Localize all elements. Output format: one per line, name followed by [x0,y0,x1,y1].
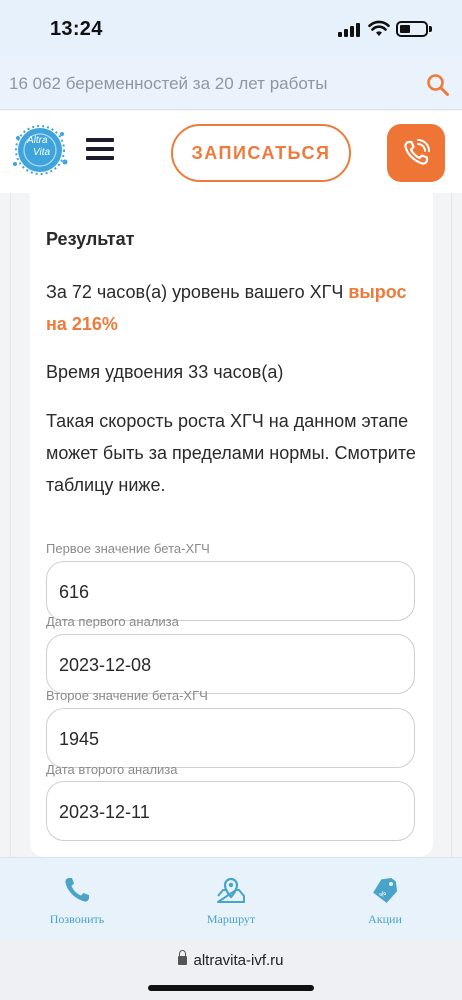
second-hcg-input[interactable]: 1945 [46,708,415,768]
phone-call-icon [404,139,430,165]
divider [10,193,11,857]
info-strip-text: 16 062 беременностей за 20 лет работы [9,74,328,93]
address-bar[interactable]: altravita-ivf.ru [0,950,462,969]
first-date-label: Дата первого анализа [46,614,179,629]
first-hcg-input[interactable]: 616 [46,561,415,621]
nav-promotions[interactable]: % Акции [340,857,430,939]
second-date-input[interactable]: 2023-12-11 [46,781,415,841]
home-indicator[interactable] [148,985,314,991]
second-hcg-label: Второе значение бета-ХГЧ [46,688,208,703]
cellular-signal-icon [338,23,360,37]
divider [451,193,452,857]
hamburger-menu-icon[interactable] [86,138,114,160]
second-hcg-value: 1945 [59,729,100,749]
first-hcg-value: 616 [59,582,90,602]
logo-text-altra: Altra [27,135,48,146]
map-pin-icon [217,877,245,903]
first-hcg-label: Первое значение бета-ХГЧ [46,541,210,556]
status-time: 13:24 [50,18,103,40]
call-button[interactable] [387,124,445,182]
wifi-icon [368,20,390,36]
signup-button[interactable]: ЗАПИСАТЬСЯ [171,124,351,182]
growth-result-prefix: За 72 часов(а) уровень вашего ХГЧ [46,282,349,302]
status-bar: 13:24 [0,0,462,56]
second-date-value: 2023-12-11 [59,802,150,822]
battery-icon [396,21,432,37]
phone-icon [65,878,89,902]
result-title: Результат [46,229,135,249]
doubling-time-text: Время удвоения 33 часов(а) [46,362,284,382]
lock-icon [178,950,188,965]
logo-text-vita: Vita [33,147,51,158]
tag-icon: % [373,878,398,903]
nav-call[interactable]: Позвонить [32,857,122,939]
nav-route[interactable]: Маршрут [186,857,276,939]
nav-route-label: Маршрут [206,912,256,926]
info-strip: 16 062 беременностей за 20 лет работы [0,56,462,110]
first-date-value: 2023-12-08 [59,655,152,675]
second-date-label: Дата второго анализа [46,762,178,777]
search-icon[interactable] [426,73,450,97]
norm-warning-text: Такая скорость роста ХГЧ на данном этапе… [46,411,416,495]
growth-result-text: За 72 часов(а) уровень вашего ХГЧ вырос … [46,276,426,340]
first-date-input[interactable]: 2023-12-08 [46,634,415,694]
nav-call-label: Позвонить [49,912,105,926]
nav-promotions-label: Акции [368,912,402,926]
url-text: altravita-ivf.ru [193,952,284,969]
